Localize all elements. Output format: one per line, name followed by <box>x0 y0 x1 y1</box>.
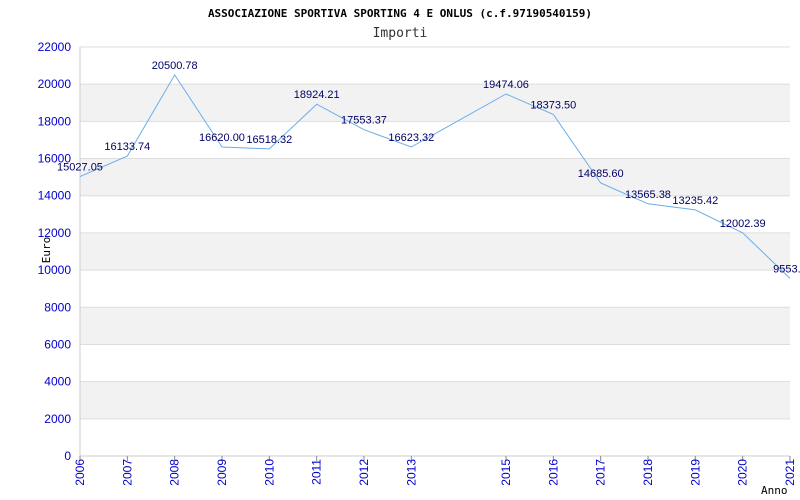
data-label: 16623.32 <box>388 132 434 144</box>
data-label: 17553.37 <box>341 115 387 127</box>
y-tick-label: 4000 <box>44 375 71 389</box>
grid-bands <box>80 84 790 419</box>
data-label: 13565.38 <box>625 189 671 201</box>
y-tick-label: 0 <box>64 449 71 463</box>
x-tick-label: 2008 <box>168 459 182 486</box>
y-axis-title: Euro <box>40 237 53 264</box>
x-tick-label: 2007 <box>120 459 134 486</box>
x-tick-label: 2016 <box>546 459 560 486</box>
grid-band <box>80 232 790 271</box>
data-label: 18924.21 <box>294 89 340 101</box>
y-tick-label: 2000 <box>44 412 71 426</box>
x-tick-label: 2017 <box>594 459 608 486</box>
x-tick-label: 2012 <box>357 459 371 486</box>
chart-title: ASSOCIAZIONE SPORTIVA SPORTING 4 E ONLUS… <box>208 7 592 20</box>
data-label: 16133.74 <box>104 141 150 153</box>
x-tick-label: 2018 <box>641 459 655 486</box>
x-tick-label: 2010 <box>262 459 276 486</box>
grid-band <box>80 158 790 196</box>
line-chart: ASSOCIAZIONE SPORTIVA SPORTING 4 E ONLUS… <box>38 7 800 497</box>
data-label: 16518.32 <box>246 134 292 146</box>
y-tick-label: 6000 <box>44 337 71 351</box>
y-tick-label: 14000 <box>38 189 72 203</box>
data-label: 15027.05 <box>57 162 103 174</box>
y-tick-label: 22000 <box>38 40 72 54</box>
x-tick-label: 2009 <box>215 459 229 486</box>
data-label: 20500.78 <box>152 60 198 72</box>
x-tick-label: 2019 <box>688 459 702 486</box>
x-axis-title: Anno <box>761 484 788 497</box>
grid-band <box>80 84 790 122</box>
y-tick-label: 18000 <box>38 114 72 128</box>
y-tick-label: 20000 <box>38 77 72 91</box>
data-label: 19474.06 <box>483 79 529 91</box>
y-tick-label: 8000 <box>44 300 71 314</box>
chart-container: ASSOCIAZIONE SPORTIVA SPORTING 4 E ONLUS… <box>0 0 800 500</box>
y-tick-label: 10000 <box>38 263 72 277</box>
x-axis-ticks: 2006 2007 2008 2009 2010 2011 2012 2013 2015 2016… <box>73 456 797 486</box>
chart-subtitle: Importi <box>373 26 428 41</box>
x-tick-label: 2020 <box>736 459 750 486</box>
grid-band <box>80 381 790 419</box>
x-tick-label: 2013 <box>404 459 418 486</box>
data-label: 13235.42 <box>672 195 718 207</box>
grid-band <box>80 307 790 345</box>
data-label: 12002.39 <box>720 218 766 230</box>
data-label: 18373.50 <box>530 99 576 111</box>
data-label: 16620.00 <box>199 132 245 144</box>
x-tick-label: 2006 <box>73 459 87 486</box>
x-tick-label: 2021 <box>783 459 797 486</box>
data-label: 14685.60 <box>578 168 624 180</box>
x-tick-label: 2015 <box>499 459 513 486</box>
x-tick-label: 2011 <box>310 459 324 485</box>
data-label: 9553.2 <box>773 263 800 275</box>
